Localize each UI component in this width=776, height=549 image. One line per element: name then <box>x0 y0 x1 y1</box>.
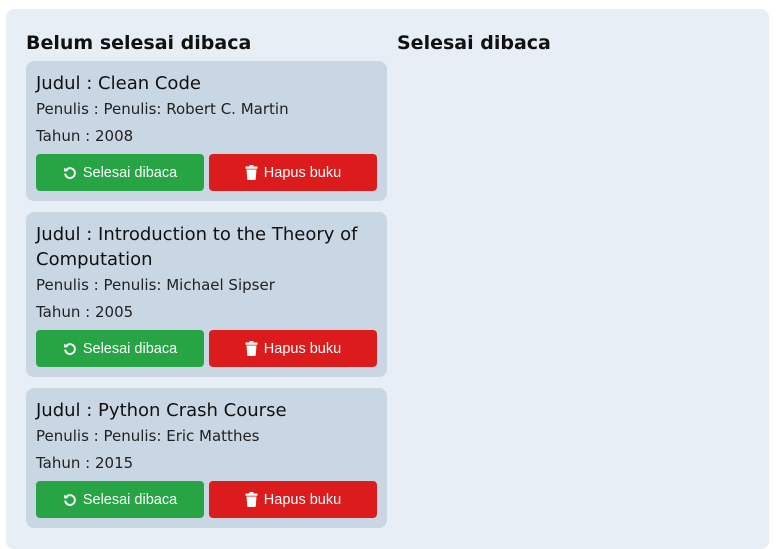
undo-icon <box>63 493 77 507</box>
undo-icon <box>63 342 77 356</box>
book-year: Tahun : 2005 <box>36 303 134 321</box>
book-year: Tahun : 2008 <box>36 127 134 145</box>
book-year: Tahun : 2015 <box>36 454 134 472</box>
delete-book-button[interactable]: Hapus buku <box>209 481 377 518</box>
mark-done-button[interactable]: Selesai dibaca <box>36 154 204 191</box>
trash-icon <box>245 492 258 507</box>
mark-done-label: Selesai dibaca <box>82 491 178 508</box>
book-card: Judul : Python Crash Course Penulis : Pe… <box>26 388 387 528</box>
trash-icon <box>245 165 258 180</box>
delete-book-label: Hapus buku <box>263 491 342 508</box>
book-title: Judul : Python Crash Course <box>36 400 287 421</box>
book-author: Penulis : Penulis: Eric Matthes <box>36 427 260 445</box>
delete-book-button[interactable]: Hapus buku <box>209 154 377 191</box>
book-title: Judul : Introduction to the Theory of Co… <box>36 224 358 270</box>
mark-done-label: Selesai dibaca <box>82 164 178 181</box>
book-title: Judul : Clean Code <box>36 73 201 94</box>
mark-done-button[interactable]: Selesai dibaca <box>36 481 204 518</box>
book-author: Penulis : Penulis: Michael Sipser <box>36 276 275 294</box>
unread-column-title: Belum selesai dibaca <box>26 32 252 54</box>
book-author: Penulis : Penulis: Robert C. Martin <box>36 100 289 118</box>
book-card: Judul : Introduction to the Theory of Co… <box>26 212 387 377</box>
read-column-title: Selesai dibaca <box>397 32 551 54</box>
book-actions: Selesai dibaca Hapus buku <box>36 481 377 518</box>
delete-book-label: Hapus buku <box>263 164 342 181</box>
delete-book-label: Hapus buku <box>263 340 342 357</box>
book-actions: Selesai dibaca Hapus buku <box>36 330 377 367</box>
bookshelf-panel: Belum selesai dibaca Selesai dibaca Judu… <box>6 9 769 549</box>
mark-done-label: Selesai dibaca <box>82 340 178 357</box>
book-actions: Selesai dibaca Hapus buku <box>36 154 377 191</box>
undo-icon <box>63 166 77 180</box>
mark-done-button[interactable]: Selesai dibaca <box>36 330 204 367</box>
trash-icon <box>245 341 258 356</box>
delete-book-button[interactable]: Hapus buku <box>209 330 377 367</box>
book-card: Judul : Clean Code Penulis : Penulis: Ro… <box>26 61 387 201</box>
